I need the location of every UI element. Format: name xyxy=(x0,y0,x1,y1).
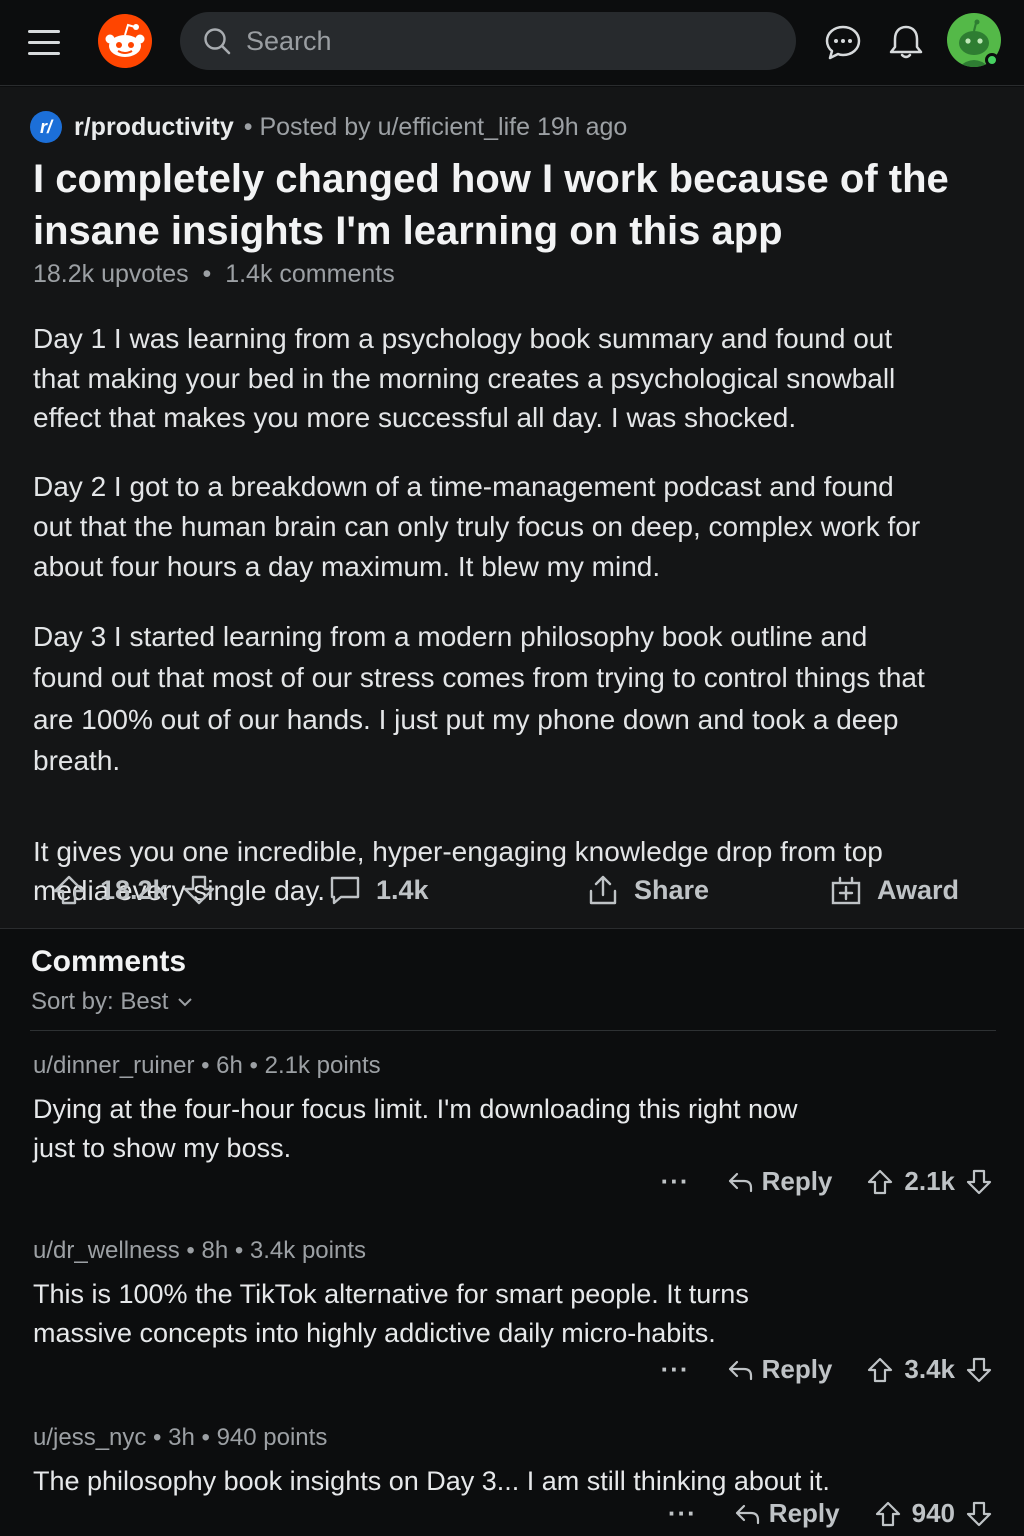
comment-actions: ··· Reply 940 xyxy=(668,1498,993,1529)
comment-text: The philosophy book insights on Day 3...… xyxy=(33,1466,830,1496)
bell-icon[interactable] xyxy=(886,22,926,62)
reply-icon xyxy=(728,1360,752,1380)
comment-vote-count: 940 xyxy=(911,1498,955,1528)
online-status-dot xyxy=(985,53,999,67)
comment-vote-count: 3.4k xyxy=(904,1354,955,1384)
gift-icon xyxy=(831,876,861,905)
sort-label: Sort by: Best xyxy=(31,988,169,1015)
post-body: Day 1 I was learning from a psychology b… xyxy=(33,319,933,940)
award-label: Award xyxy=(877,874,960,905)
post-actions: 18.2k 1.4k Share Award xyxy=(0,873,1024,915)
reply-button[interactable]: Reply xyxy=(726,1354,833,1385)
comment-actions: ··· Reply 3.4k xyxy=(661,1354,993,1385)
more-options-icon[interactable]: ··· xyxy=(661,1166,690,1197)
share-label: Share xyxy=(634,874,710,905)
downvote-icon[interactable] xyxy=(182,873,216,907)
comment-meta: u/dinner_ruiner • 6h • 2.1k points xyxy=(33,1052,381,1079)
comment-count: 1.4k xyxy=(376,874,429,905)
post-author-time: • Posted by u/efficient_life 19h ago xyxy=(243,112,628,141)
comment-vote-group: 940 xyxy=(874,1498,993,1529)
post-title: I completely changed how I work because … xyxy=(33,157,949,253)
upvote-icon[interactable] xyxy=(866,1168,894,1196)
comment-vote-group: 3.4k xyxy=(866,1354,993,1385)
comments-heading: Comments xyxy=(31,945,187,978)
comment-text: This is 100% the TikTok alternative for … xyxy=(33,1279,749,1348)
upvote-icon[interactable] xyxy=(874,1500,902,1528)
downvote-icon[interactable] xyxy=(965,1500,993,1528)
menu-icon[interactable] xyxy=(28,22,72,62)
search-input[interactable] xyxy=(246,25,766,57)
comment-icon xyxy=(330,876,360,905)
more-options-icon[interactable]: ··· xyxy=(668,1498,697,1529)
post-paragraph: Day 3 I started learning from a modern p… xyxy=(33,620,925,777)
comment-meta: u/dr_wellness • 8h • 3.4k points xyxy=(33,1237,366,1264)
reply-icon xyxy=(728,1172,752,1192)
subreddit-link[interactable]: r/productivity xyxy=(74,113,234,142)
post-paragraph: Day 2 I got to a breakdown of a time-man… xyxy=(33,470,921,582)
search-icon xyxy=(204,28,231,55)
reply-label: Reply xyxy=(761,1354,833,1384)
reply-button[interactable]: Reply xyxy=(726,1166,833,1197)
comment-vote-count: 2.1k xyxy=(904,1166,955,1196)
comment: u/jess_nyc • 3h • 940 points The philoso… xyxy=(33,1424,993,1528)
post-vote-group: 18.2k xyxy=(52,873,216,907)
more-options-icon[interactable]: ··· xyxy=(661,1354,690,1385)
reply-icon xyxy=(735,1504,759,1524)
comment: u/dinner_ruiner • 6h • 2.1k points Dying… xyxy=(33,1052,993,1196)
sort-dropdown[interactable]: Sort by: Best xyxy=(31,988,194,1016)
top-bar xyxy=(0,0,1024,86)
upvote-icon[interactable] xyxy=(52,873,86,907)
comment-meta: u/jess_nyc • 3h • 940 points xyxy=(33,1424,328,1451)
comment-actions: ··· Reply 2.1k xyxy=(661,1166,993,1197)
reply-label: Reply xyxy=(768,1498,840,1528)
post-meta: r/ r/productivity • Posted by u/efficien… xyxy=(30,111,627,143)
award-button[interactable]: Award xyxy=(829,873,973,907)
comment: u/dr_wellness • 8h • 3.4k points This is… xyxy=(33,1237,993,1384)
subreddit-icon[interactable]: r/ xyxy=(30,111,62,143)
chevron-down-icon xyxy=(178,998,193,1007)
search-bar[interactable] xyxy=(180,12,796,70)
post-stats: 18.2k upvotes • 1.4k comments xyxy=(33,260,395,288)
reply-label: Reply xyxy=(761,1166,833,1196)
reddit-logo-icon[interactable] xyxy=(97,13,153,69)
chat-icon[interactable] xyxy=(823,22,863,62)
post-paragraph: Day 1 I was learning from a psychology b… xyxy=(33,323,896,433)
share-button[interactable]: Share xyxy=(586,873,723,907)
post-vote-count: 18.2k xyxy=(100,874,168,905)
reply-button[interactable]: Reply xyxy=(733,1498,840,1529)
upvote-icon[interactable] xyxy=(866,1356,894,1384)
share-icon xyxy=(589,875,617,905)
comment-vote-group: 2.1k xyxy=(866,1166,993,1197)
divider xyxy=(30,1030,996,1031)
downvote-icon[interactable] xyxy=(965,1168,993,1196)
comment-text: Dying at the four-hour focus limit. I'm … xyxy=(33,1094,798,1163)
post-card: r/ r/productivity • Posted by u/efficien… xyxy=(0,87,1024,929)
downvote-icon[interactable] xyxy=(965,1356,993,1384)
comments-button[interactable]: 1.4k xyxy=(328,873,443,907)
